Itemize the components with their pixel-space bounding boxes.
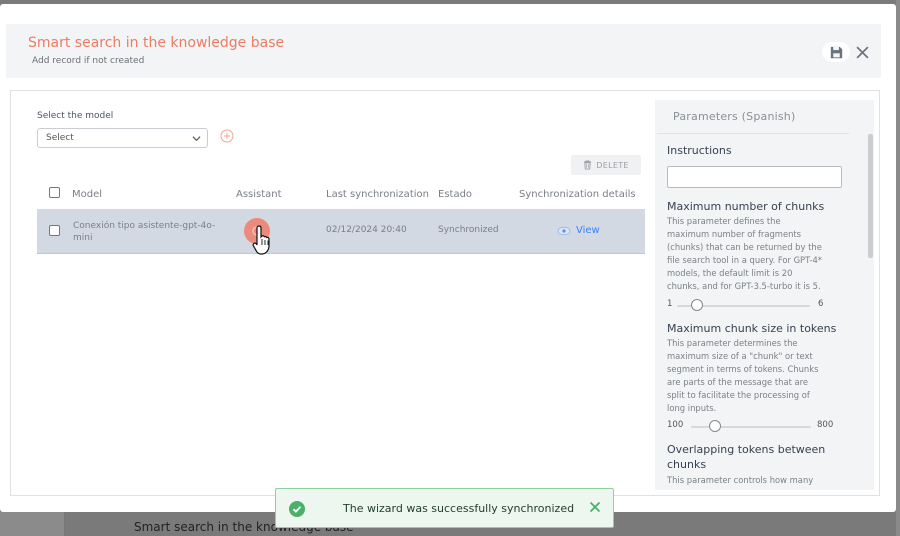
- toast-message: The wizard was successfully synchronized: [343, 502, 575, 515]
- toast-close-button[interactable]: [589, 501, 601, 513]
- column-last-sync[interactable]: Last synchronization: [326, 189, 429, 200]
- max-chunks-label: Maximum number of chunks: [667, 200, 825, 213]
- select-all-checkbox[interactable]: [49, 187, 60, 198]
- close-icon: [855, 45, 869, 59]
- column-status[interactable]: Estado: [438, 189, 472, 200]
- parameters-panel: Parameters (Spanish) Instructions Maximu…: [655, 100, 874, 490]
- chevron-down-icon: [192, 136, 201, 142]
- view-label: View: [576, 225, 600, 236]
- floppy-disk-icon: [830, 46, 842, 58]
- modal-header: Smart search in the knowledge base Add r…: [6, 24, 881, 78]
- view-details-link[interactable]: View: [557, 225, 600, 236]
- model-select[interactable]: Select: [37, 128, 208, 148]
- instructions-input[interactable]: [667, 166, 842, 188]
- max-chunk-size-description: This parameter determines the maximum si…: [667, 338, 819, 413]
- modal-title: Smart search in the knowledge base: [28, 35, 285, 51]
- slider-max: 6: [818, 299, 824, 309]
- eye-icon: [557, 226, 571, 235]
- max-chunk-size-label: Maximum chunk size in tokens: [667, 322, 837, 335]
- delete-button[interactable]: DELETE: [571, 155, 641, 175]
- trash-icon: [584, 160, 592, 170]
- parameters-divider: [657, 133, 849, 134]
- add-model-button[interactable]: [220, 129, 234, 143]
- background-sidebar: [0, 512, 65, 536]
- column-model[interactable]: Model: [72, 189, 102, 200]
- max-chunks-description: This parameter defines the maximum numbe…: [667, 216, 822, 291]
- smart-search-modal: Smart search in the knowledge base Add r…: [0, 4, 896, 512]
- max-chunks-slider[interactable]: 1 6: [667, 299, 842, 313]
- slider-min: 100: [667, 420, 684, 430]
- delete-label: DELETE: [596, 160, 629, 170]
- parameters-title: Parameters (Spanish): [673, 110, 796, 123]
- table-header: Model Assistant Last synchronization Est…: [37, 181, 645, 210]
- hand-cursor-icon: [252, 225, 270, 255]
- row-model: Conexión tipo asistente-gpt-4o-mini: [73, 221, 216, 243]
- column-sync-details[interactable]: Synchronization details: [519, 189, 636, 200]
- slider-thumb[interactable]: [709, 420, 721, 432]
- slider-max: 800: [817, 420, 834, 430]
- row-status: Synchronized: [438, 225, 499, 235]
- save-button[interactable]: [822, 42, 850, 62]
- check-circle-icon: [289, 501, 305, 517]
- column-assistant[interactable]: Assistant: [236, 189, 282, 200]
- row-divider: [37, 253, 645, 254]
- row-checkbox[interactable]: [49, 225, 60, 236]
- close-button[interactable]: [852, 42, 872, 62]
- max-chunk-size-slider[interactable]: 100 800: [667, 420, 842, 434]
- table-row[interactable]: Conexión tipo asistente-gpt-4o-mini 02/1…: [37, 209, 645, 253]
- slider-min: 1: [667, 299, 673, 309]
- instructions-label: Instructions: [667, 144, 732, 157]
- model-select-value: Select: [46, 133, 74, 143]
- overlap-description: This parameter controls how many: [667, 475, 814, 485]
- parameters-scrollbar[interactable]: [868, 134, 873, 258]
- overlap-label: Overlapping tokens between chunks: [667, 443, 826, 471]
- modal-subtitle: Add record if not created: [32, 56, 145, 66]
- slider-thumb[interactable]: [690, 299, 703, 311]
- model-select-label: Select the model: [37, 111, 114, 121]
- success-toast: The wizard was successfully synchronized: [275, 488, 614, 528]
- background-edge: [896, 0, 900, 536]
- row-last-sync: 02/12/2024 20:40: [326, 225, 407, 235]
